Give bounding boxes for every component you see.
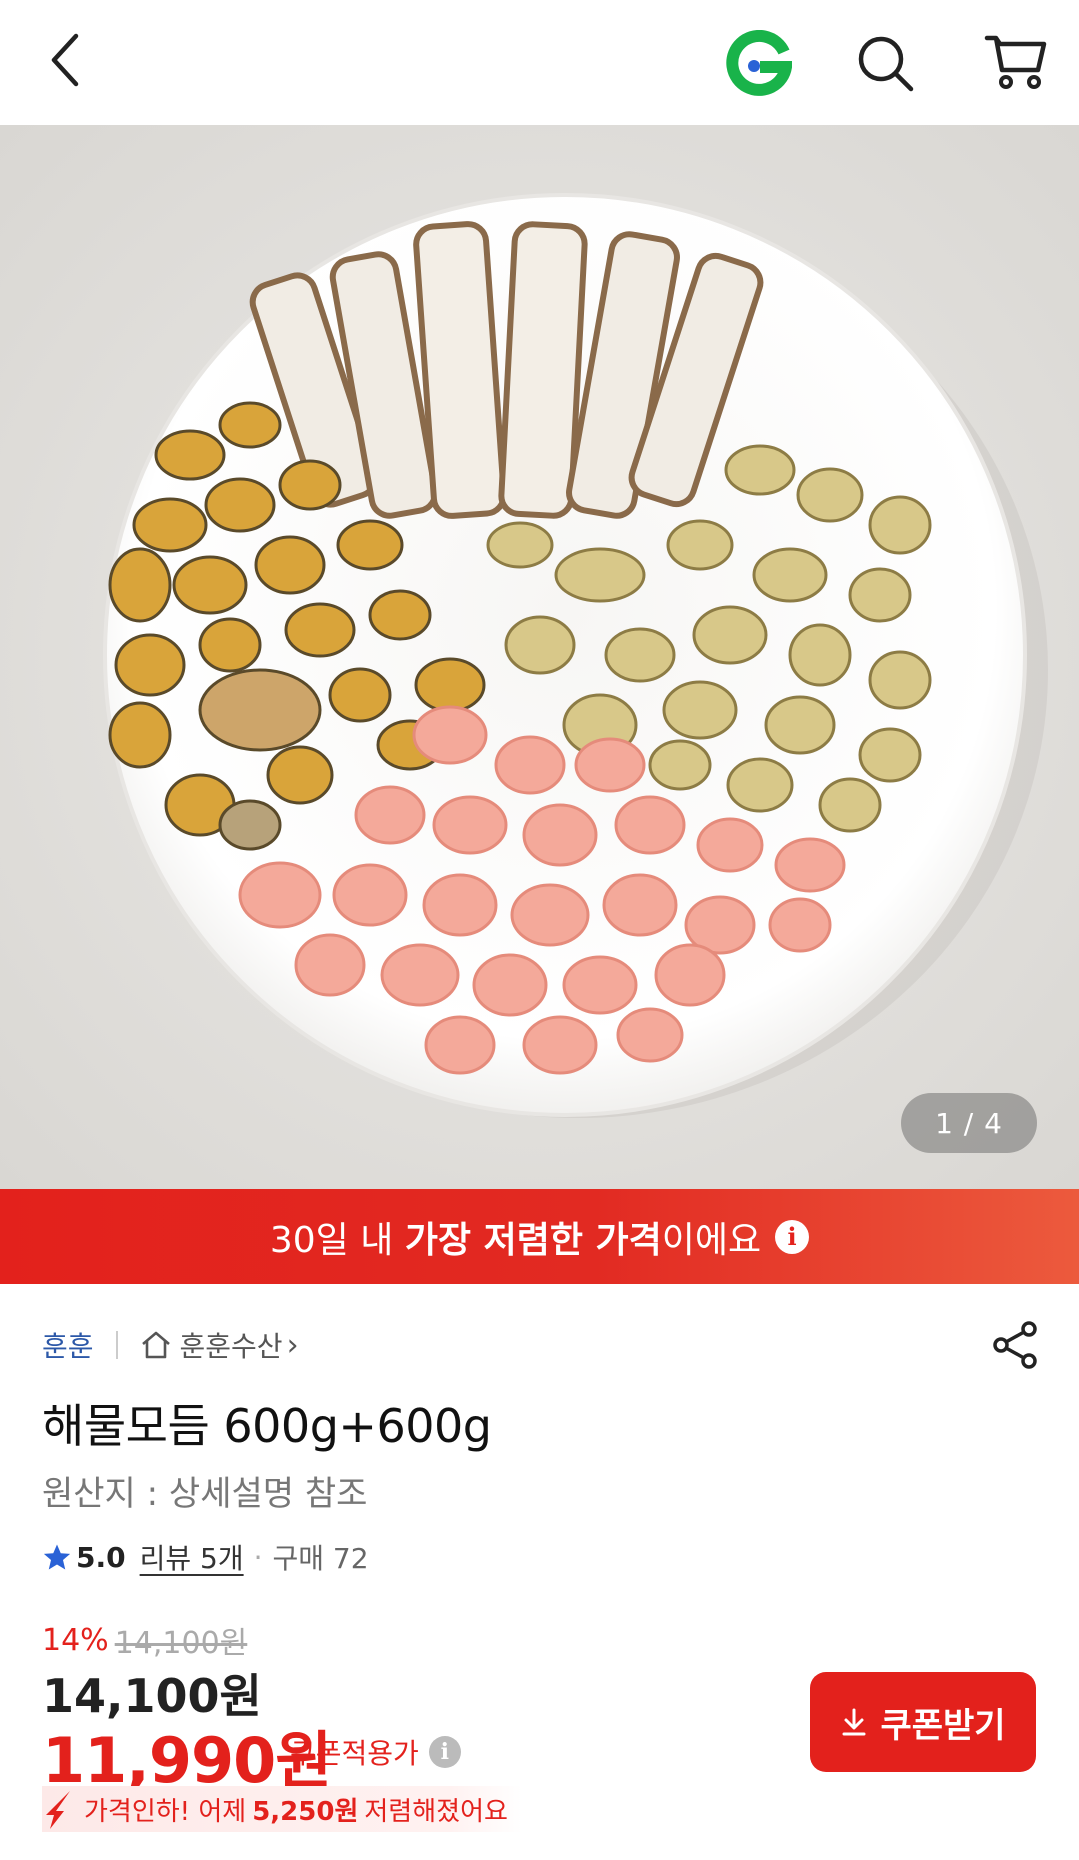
price-drop-prefix: 가격인하! 어제 [84,1796,247,1827]
dot-separator: · [253,1540,263,1574]
original-price: 14,100원 [114,1626,248,1661]
product-image-gallery[interactable]: 1 / 4 [0,125,1079,1189]
rating-score: 5.0 [76,1540,126,1574]
divider [115,1331,118,1359]
store-name: 훈훈수산 [179,1330,283,1363]
promo-text-before: 30일 내 [269,1219,405,1261]
promo-text-after: 이에요 [661,1219,762,1261]
price-drop-notice: 가격인하! 어제 5,250원 저렴해졌어요 [42,1786,522,1832]
discount-row: 14% 14,100원 [42,1618,247,1662]
price-down-arrow-icon [46,1791,70,1829]
star-icon [43,1544,71,1570]
price-drop-amount: 5,250원 [252,1796,359,1827]
get-coupon-button[interactable]: 쿠폰받기 [810,1672,1036,1772]
lowest-price-banner[interactable]: 30일 내 가장 저렴한 가격 이에요 i [0,1189,1079,1284]
info-icon[interactable]: i [428,1736,461,1768]
share-button[interactable] [989,1318,1043,1372]
search-button[interactable] [850,28,920,98]
review-link[interactable]: 리뷰 5개 [140,1537,244,1577]
discount-rate: 14% [42,1622,109,1658]
cart-button[interactable] [980,26,1052,98]
info-icon[interactable]: i [775,1219,810,1254]
purchase-count: 구매 72 [272,1542,369,1575]
chevron-right-icon: › [286,1327,299,1363]
product-origin: 원산지 : 상세설명 참조 [42,1474,368,1514]
download-icon [842,1708,866,1736]
image-counter: 1 / 4 [901,1093,1037,1153]
share-icon [993,1321,1037,1369]
promo-text-bold: 가장 저렴한 가격 [404,1219,662,1261]
seller-row: 훈훈 훈훈수산 › [42,1320,299,1370]
search-icon [858,36,914,92]
store-link[interactable]: 훈훈수산 › [140,1325,299,1365]
home-icon [141,1331,170,1359]
g-logo-icon[interactable] [724,28,794,98]
product-title: 해물모듬 600g+600g [42,1399,492,1453]
product-photo [0,125,1079,1189]
cart-icon [984,35,1047,89]
back-button[interactable] [30,24,102,96]
top-app-bar [0,0,1079,125]
chevron-left-icon [51,33,79,87]
price-drop-suffix: 저렴해졌어요 [364,1796,508,1827]
coupon-price-label-text: 쿠폰적용가 [290,1737,419,1770]
coupon-price-label: 쿠폰적용가 i [290,1732,461,1772]
get-coupon-label: 쿠폰받기 [880,1705,1006,1746]
brand-link[interactable]: 훈훈 [42,1325,94,1365]
rating-row: 5.0 리뷰 5개 · 구매 72 [42,1535,369,1579]
